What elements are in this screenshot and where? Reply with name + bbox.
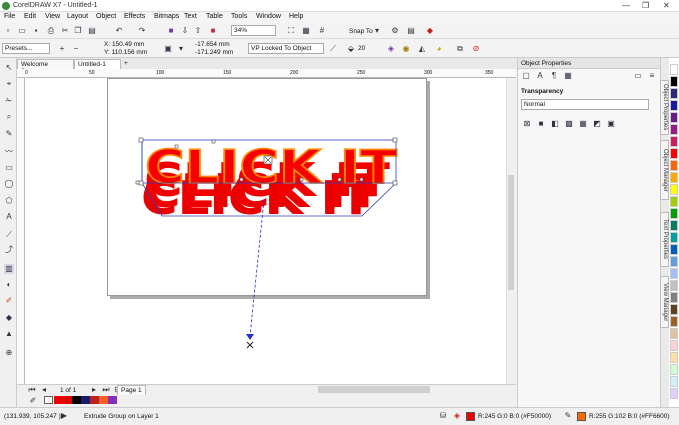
docker-menu-icon[interactable]: ≡ [647,71,657,81]
palette-swatch[interactable] [670,136,678,147]
palette-swatch[interactable] [670,124,678,135]
last-page-icon[interactable]: ⏭ [101,385,111,395]
palette-swatch[interactable] [670,172,678,183]
palette-swatch[interactable] [670,292,678,303]
frame-tab-icon[interactable]: ▦ [563,71,573,81]
fill-color-value: R:245 G:0 B:0 (#F50000) [478,413,551,420]
palette-swatch[interactable] [670,256,678,267]
palette-swatch[interactable] [670,352,678,363]
texture-transparency-icon[interactable]: ▣ [606,119,616,129]
vanishing-point-arrow-icon[interactable] [246,334,254,340]
vanishing-point-marker-icon[interactable] [246,341,254,349]
palette-swatch[interactable] [670,340,678,351]
outline-color-swatch[interactable] [577,412,586,421]
color-palette [669,58,679,407]
swatch-dark-red[interactable] [63,396,72,404]
object-properties-docker: Object Properties ▢ A ¶ ▦ ▭ ≡ Transparen… [517,58,661,407]
palette-swatch[interactable] [670,376,678,387]
uniform-transparency-icon[interactable]: ■ [536,119,546,129]
no-transparency-icon[interactable]: ⊠ [522,119,532,129]
palette-swatch[interactable] [670,232,678,243]
outline-pen-icon[interactable]: ✎ [563,411,573,421]
swatch-orange[interactable] [99,396,108,404]
swatch-crimson[interactable] [90,396,99,404]
tab-text-properties[interactable]: Text Properties [660,212,669,267]
palette-swatch[interactable] [670,280,678,291]
transparency-mode-value: Normal [524,101,545,108]
horizontal-scroll-thumb[interactable] [318,386,430,393]
two-color-transparency-icon[interactable]: ◩ [592,119,602,129]
tab-view-manager[interactable]: View Manager [660,276,669,328]
palette-eyedropper-icon[interactable]: ✐ [28,396,38,406]
cursor-coordinates: (131.939, 105.247 ) [4,413,61,420]
status-bar: (131.939, 105.247 ) ▶ Extrude Group on L… [0,407,679,425]
tab-object-manager[interactable]: Object Manager [660,140,669,200]
palette-swatch[interactable] [670,208,678,219]
click-it-text[interactable]: CLICK IT [144,139,398,195]
swatch-navy[interactable] [81,396,90,404]
fill-icon[interactable]: ◈ [452,411,462,421]
page-navigator: ⏮ ◂ 1 of 1 ▸ ⏭ ⊞ Page 1 [17,384,516,395]
prev-page-icon[interactable]: ◂ [39,385,49,395]
palette-swatch[interactable] [670,268,678,279]
character-tab-icon[interactable]: A [535,71,545,81]
no-color-swatch[interactable] [44,396,53,404]
vertical-scroll-thumb[interactable] [508,175,514,290]
selection-info: Extrude Group on Layer 1 [84,413,159,420]
palette-swatch[interactable] [670,328,678,339]
transparency-section-title: Transparency [521,88,564,95]
palette-swatch[interactable] [670,184,678,195]
fill-bucket-icon[interactable]: ⛁ [438,411,448,421]
next-page-icon[interactable]: ▸ [89,385,99,395]
bitmap-pattern-transparency-icon[interactable]: ▦ [578,119,588,129]
docker-title: Object Properties [521,60,572,67]
palette-swatch[interactable] [670,220,678,231]
page-counter: 1 of 1 [60,387,77,394]
palette-swatch[interactable] [670,196,678,207]
outline-tab-icon[interactable]: ▢ [521,71,531,81]
paragraph-tab-icon[interactable]: ¶ [549,71,559,81]
transparency-mode-dropdown[interactable]: Normal [521,99,649,110]
extrude-group[interactable]: CLICK IT CLICK IT CLICK IT CLICK IT [141,139,399,225]
swatch-black[interactable] [72,396,81,404]
palette-swatch[interactable] [670,148,678,159]
first-page-icon[interactable]: ⏮ [27,385,37,395]
docker-options-icon[interactable]: ▭ [633,71,643,81]
palette-swatch[interactable] [670,88,678,99]
palette-swatch[interactable] [670,304,678,315]
palette-swatch[interactable] [670,388,678,399]
palette-swatch[interactable] [670,100,678,111]
palette-swatch[interactable] [670,112,678,123]
palette-swatch[interactable] [670,76,678,87]
swatch-purple[interactable] [108,396,117,404]
swatch-red[interactable] [54,396,63,404]
fountain-transparency-icon[interactable]: ◧ [550,119,560,129]
palette-swatch[interactable] [670,160,678,171]
palette-swatch[interactable] [670,64,678,75]
fill-color-swatch[interactable] [466,412,475,421]
extrude-center-marker[interactable] [263,155,273,165]
docker-header: Object Properties [518,58,661,69]
palette-swatch[interactable] [670,364,678,375]
status-arrow-icon[interactable]: ▶ [59,411,69,421]
palette-swatch[interactable] [670,316,678,327]
outline-color-value: R:255 G:102 B:0 (#FF6600) [589,413,670,420]
tab-object-properties[interactable]: Object Properties [660,80,669,135]
vector-pattern-transparency-icon[interactable]: ▩ [564,119,574,129]
page-1-tab[interactable]: Page 1 [117,385,146,395]
palette-swatch[interactable] [670,244,678,255]
